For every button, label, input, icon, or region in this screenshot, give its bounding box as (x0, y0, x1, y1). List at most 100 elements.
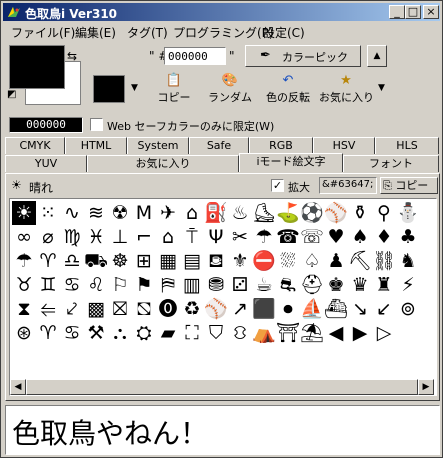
emoji-cell[interactable]: ♥ (324, 225, 348, 249)
emoji-cell[interactable]: ▷ (372, 321, 396, 345)
emoji-cell[interactable]: ⛞ (132, 297, 156, 321)
emoji-cell[interactable]: ✂ (228, 225, 252, 249)
emoji-cell[interactable]: ♣ (396, 225, 420, 249)
emoji-cell[interactable]: ▦ (156, 249, 180, 273)
emoji-cell[interactable]: ⚱ (348, 201, 372, 225)
emoji-cell[interactable]: ↙ (372, 297, 396, 321)
emoji-cell[interactable]: ☂ (12, 249, 36, 273)
tab-hls[interactable]: HLS (375, 137, 439, 154)
emoji-cell[interactable]: ⁙ (36, 201, 60, 225)
emoji-cell[interactable]: ⛃ (204, 273, 228, 297)
emoji-cell[interactable]: ♓ (84, 225, 108, 249)
emoji-cell[interactable]: ⓿ (156, 297, 180, 321)
emoji-cell[interactable]: ♈ (36, 249, 60, 273)
emoji-cell[interactable]: ♠ (348, 225, 372, 249)
scroll-thumb[interactable] (26, 379, 418, 395)
emoji-cell[interactable]: ◀ (324, 321, 348, 345)
emoji-cell[interactable]: ✈ (156, 201, 180, 225)
emoji-cell[interactable]: ☸ (108, 249, 132, 273)
emoji-cell[interactable]: ♊ (36, 273, 60, 297)
tab-imode-emoji[interactable]: iモード絵文字 (239, 153, 343, 172)
emoji-cell[interactable]: ♍ (60, 225, 84, 249)
websafe-checkbox[interactable] (90, 118, 103, 131)
emoji-cell[interactable]: ⛾ (204, 249, 228, 273)
emoji-cell[interactable]: ⧗ (12, 297, 36, 321)
minimize-button[interactable]: _ (389, 5, 405, 19)
copy-button[interactable]: 📋 コピー (147, 73, 201, 105)
emoji-cell[interactable]: ⚾ (204, 297, 228, 321)
hex-input[interactable] (164, 47, 226, 65)
emoji-cell[interactable]: ⛏ (348, 249, 372, 273)
emoji-cell[interactable]: ⛸ (252, 201, 276, 225)
websafe-label[interactable]: Web セーフカラーのみに限定(W) (107, 118, 274, 134)
emoji-cell[interactable]: ⌀ (36, 225, 60, 249)
swap-colors-icon[interactable]: ⇆ (67, 49, 77, 63)
emoji-cell[interactable]: ⌐ (132, 225, 156, 249)
emoji-cell[interactable]: ⛿ (156, 273, 180, 297)
emoji-cell[interactable]: ⛩ (276, 321, 300, 345)
emoji-cell[interactable]: ⛶ (180, 321, 204, 345)
horizontal-scrollbar[interactable]: ◀ ▶ (10, 379, 434, 395)
emoji-cell[interactable]: ⛺ (252, 321, 276, 345)
scroll-right-icon[interactable]: ▶ (418, 379, 434, 395)
emoji-cell[interactable]: ⛻ (228, 321, 252, 345)
emoji-cell[interactable]: ⏺ (276, 297, 300, 321)
emoji-cell[interactable]: ☎ (276, 225, 300, 249)
zoom-label[interactable]: 拡大 (288, 179, 310, 195)
emoji-cell[interactable]: ☕ (252, 273, 276, 297)
emoji-cell[interactable]: ↗ (228, 297, 252, 321)
secondary-color-swatch[interactable] (93, 75, 125, 103)
emoji-cell[interactable]: ▤ (180, 249, 204, 273)
emoji-cell[interactable]: ⛓ (372, 249, 396, 273)
emoji-cell[interactable]: ⌂ (156, 225, 180, 249)
emoji-cell[interactable]: ∿ (60, 201, 84, 225)
emoji-cell[interactable]: ☂ (252, 225, 276, 249)
emoji-cell[interactable]: ⬛ (252, 297, 276, 321)
tab-rgb[interactable]: RGB (249, 137, 313, 154)
emoji-cell[interactable]: ♟ (324, 249, 348, 273)
emoji-cell[interactable]: ♜ (372, 273, 396, 297)
close-button[interactable]: × (423, 5, 439, 19)
menu-edit[interactable]: 編集(E) (75, 24, 116, 41)
emoji-cell[interactable]: ⛝ (108, 297, 132, 321)
tab-html[interactable]: HTML (65, 137, 127, 154)
emoji-cell[interactable]: ⛟ (84, 249, 108, 273)
emoji-cell[interactable]: ∞ (12, 225, 36, 249)
copy-code-button[interactable]: ⎘ コピー (380, 177, 438, 194)
emoji-cell[interactable]: ⚡ (396, 273, 420, 297)
emoji-cell[interactable]: ≋ (84, 201, 108, 225)
color-pick-button[interactable]: ✒ カラーピック (245, 45, 361, 67)
emoji-cell[interactable]: ⛑ (300, 273, 324, 297)
emoji-cell[interactable]: ♎ (60, 249, 84, 273)
emoji-cell[interactable]: ⍑ (180, 225, 204, 249)
emoji-cell[interactable]: ▥ (180, 273, 204, 297)
favorite-dropdown-icon[interactable]: ▼ (378, 83, 385, 93)
emoji-code-field[interactable]: &#63647; (319, 177, 377, 194)
emoji-cell[interactable]: ⚂ (228, 273, 252, 297)
emoji-cell[interactable]: ⛆ (276, 249, 300, 273)
emoji-cell[interactable]: ♋ (60, 273, 84, 297)
emoji-cell[interactable]: ⚐ (108, 273, 132, 297)
foreground-color-swatch[interactable] (9, 45, 65, 89)
emoji-cell[interactable]: ⛵ (300, 297, 324, 321)
emoji-cell[interactable]: ⛬ (108, 321, 132, 345)
preview-text-area[interactable]: 色取鳥やねん！ (5, 405, 440, 455)
collapse-button[interactable]: ▲ (367, 45, 387, 67)
emoji-cell[interactable]: ⊞ (132, 249, 156, 273)
emoji-cell[interactable]: ☀ (12, 201, 36, 225)
emoji-cell[interactable]: Ψ (204, 225, 228, 249)
reset-colors-icon[interactable]: ◩ (7, 89, 16, 100)
emoji-cell[interactable]: ⚲ (372, 201, 396, 225)
scroll-left-icon[interactable]: ◀ (10, 379, 26, 395)
emoji-cell[interactable]: ⛐ (276, 273, 300, 297)
emoji-cell[interactable]: ♨ (228, 201, 252, 225)
emoji-cell[interactable]: ☢ (108, 201, 132, 225)
tab-font[interactable]: フォント (343, 155, 439, 172)
zoom-checkbox[interactable]: ✓ (271, 179, 284, 192)
emoji-cell[interactable]: ⚾ (324, 201, 348, 225)
menu-programming[interactable]: プログラミング(P) (173, 24, 274, 41)
emoji-cell[interactable]: M (132, 201, 156, 225)
swatch-dropdown-icon[interactable]: ▼ (131, 83, 138, 93)
emoji-cell[interactable]: ⤦ (60, 297, 84, 321)
emoji-cell[interactable]: ▩ (84, 297, 108, 321)
